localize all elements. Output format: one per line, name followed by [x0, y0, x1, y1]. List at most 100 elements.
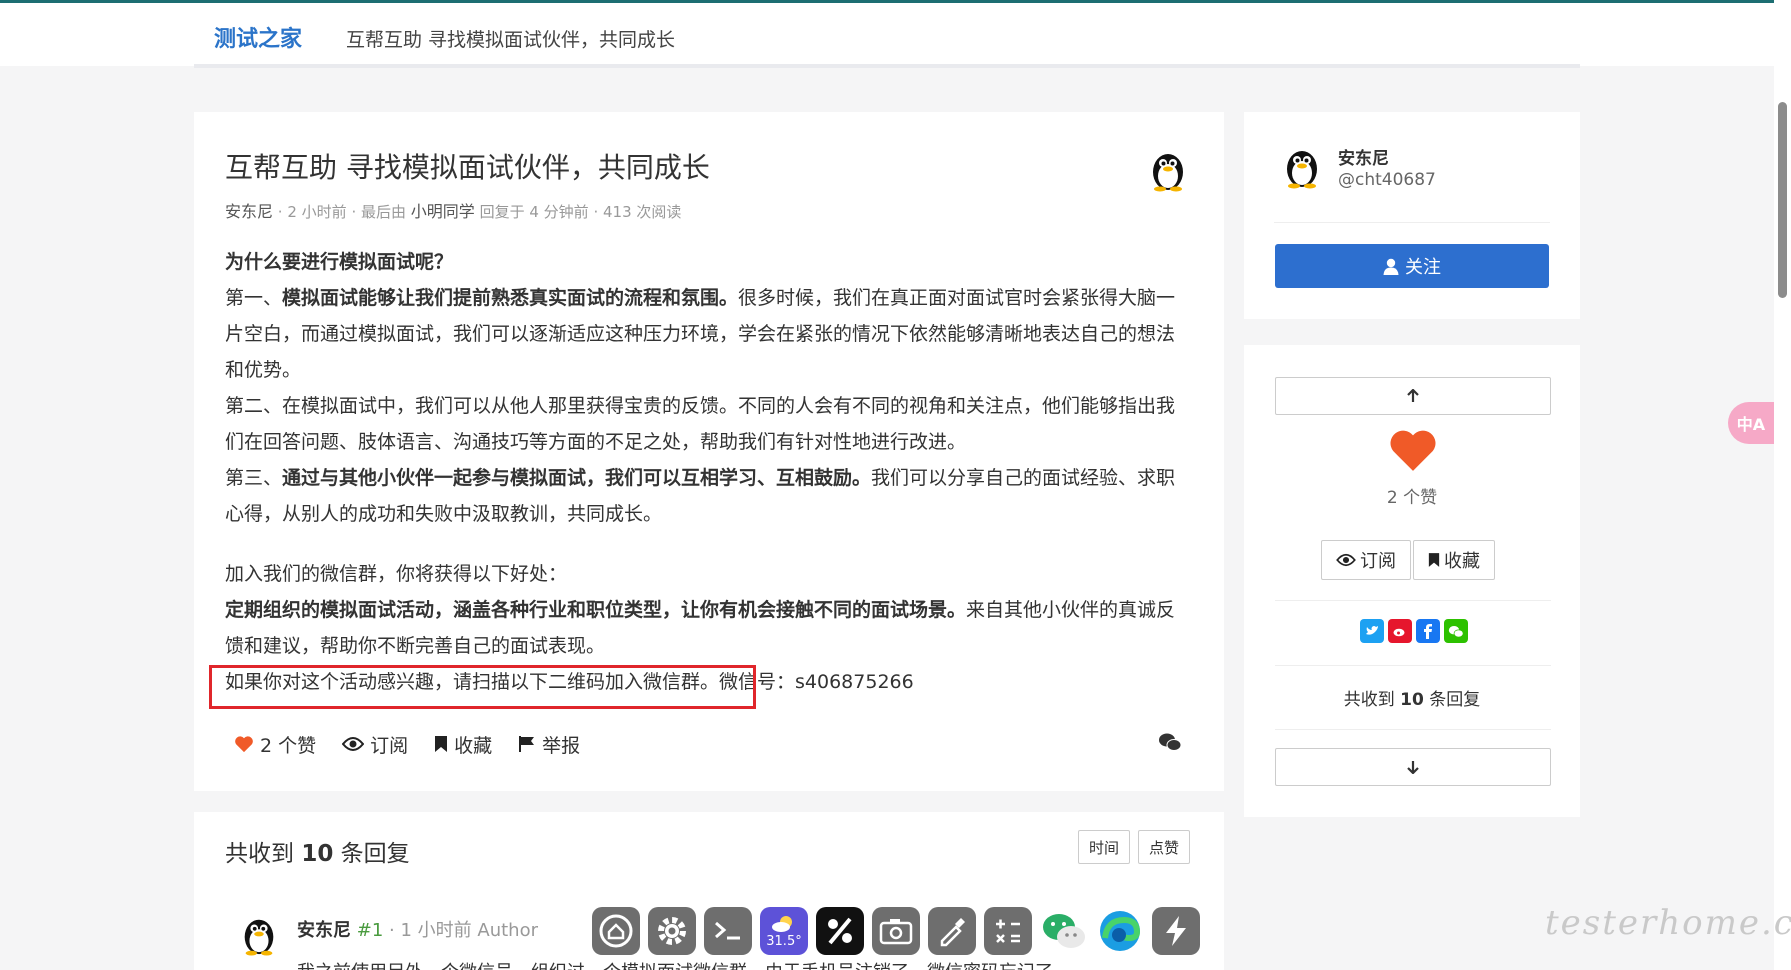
read-count: 413 次阅读	[603, 203, 682, 221]
page-scrollbar[interactable]	[1774, 0, 1791, 970]
last-reply-prefix: 最后由	[360, 203, 406, 221]
penguin-avatar-icon	[1287, 151, 1317, 189]
topic-body: 为什么要进行模拟面试呢？ 第一、模拟面试能够让我们提前熟悉真实面试的流程和氛围。…	[225, 244, 1185, 700]
eyedropper-icon	[940, 918, 965, 947]
dock-percent-app[interactable]	[816, 907, 864, 955]
sidebar-favorite-button[interactable]: 收藏	[1413, 540, 1495, 580]
facebook-share-icon[interactable]	[1416, 619, 1440, 643]
wechat-icon	[1159, 733, 1182, 751]
site-watermark: testerhome.com	[1545, 903, 1791, 943]
reply-floor-link[interactable]: #1	[357, 920, 384, 941]
body-join: 加入我们的微信群，你将获得以下好处：	[225, 563, 568, 585]
eye-icon	[342, 737, 365, 751]
dock-screenshot-app[interactable]	[872, 907, 920, 955]
navbar-shadow	[194, 64, 1580, 68]
scrollbar-thumb[interactable]	[1778, 102, 1787, 298]
favorite-button[interactable]: 收藏	[434, 731, 492, 758]
eye-icon	[1336, 553, 1356, 567]
calculator-icon	[996, 919, 1020, 943]
camera-icon	[879, 919, 913, 945]
arrow-up-icon	[1407, 389, 1419, 402]
wechat-share-button[interactable]	[1158, 732, 1182, 756]
reply-header: 安东尼 #1 · 1 小时前 Author	[297, 916, 538, 942]
weibo-share-icon[interactable]	[1388, 619, 1412, 643]
user-icon	[1383, 258, 1399, 275]
reply-sort-group: 时间 点赞	[1078, 830, 1191, 864]
sidebar-reply-count: 共收到 10 条回复	[1343, 690, 1481, 710]
body-question: 为什么要进行模拟面试呢？	[225, 251, 454, 273]
wechat-share-icon[interactable]	[1444, 619, 1468, 643]
author-profile-card: 安东尼 @cht40687 关注	[1244, 112, 1580, 319]
actions-divider	[1275, 729, 1551, 730]
dock-terminal-app[interactable]	[704, 907, 752, 955]
replies-heading: 共收到 10 条回复	[225, 841, 410, 867]
topic-author-link[interactable]: 安东尼	[225, 202, 273, 221]
body-paragraph-3: 第三、通过与其他小伙伴一起参与模拟面试，我们可以互相学习、互相鼓励。我们可以分享…	[225, 467, 1176, 525]
sort-by-likes-button[interactable]: 点赞	[1138, 830, 1191, 864]
author-avatar[interactable]	[1146, 148, 1190, 192]
dock-home-app[interactable]	[592, 907, 640, 955]
dock-edge-browser-app[interactable]	[1096, 907, 1144, 955]
profile-avatar[interactable]	[1280, 145, 1324, 189]
profile-handle: @cht40687	[1338, 170, 1436, 190]
report-button[interactable]: 举报	[518, 731, 580, 758]
reply-author-link[interactable]: 安东尼	[297, 920, 351, 941]
navbar-topic-title: 互帮互助 寻找模拟面试伙伴，共同成长	[346, 29, 676, 51]
profile-divider	[1274, 222, 1550, 223]
percent-icon	[828, 917, 852, 945]
sort-by-time-button[interactable]: 时间	[1078, 830, 1131, 864]
dock-wechat-app[interactable]	[1040, 907, 1088, 955]
flag-icon	[519, 736, 535, 752]
topic-sidebar-actions: 2 个赞 订阅 收藏 共收到 10 条回复	[1244, 345, 1580, 817]
twitter-share-icon[interactable]	[1360, 619, 1384, 643]
heart-icon	[1390, 430, 1436, 471]
highlight-annotation-box	[209, 665, 756, 709]
heart-icon	[235, 736, 253, 753]
actions-divider	[1275, 600, 1551, 601]
terminal-icon	[715, 921, 740, 940]
follow-button[interactable]: 关注	[1275, 244, 1549, 288]
dock-weather-widget[interactable]: 31.5°	[760, 907, 808, 955]
edge-browser-icon	[1100, 911, 1141, 951]
gear-icon	[658, 917, 686, 945]
floating-dock: 31.5°	[580, 902, 1212, 960]
bookmark-icon	[1428, 553, 1440, 567]
sidebar-subscribe-button[interactable]: 订阅	[1321, 540, 1411, 580]
weather-cloud-icon	[772, 915, 792, 932]
top-navbar: 测试之家 互帮互助 寻找模拟面试伙伴，共同成长	[0, 0, 1791, 66]
like-heart-button[interactable]	[1388, 427, 1438, 477]
dock-settings-app[interactable]	[648, 907, 696, 955]
lightning-icon	[1166, 916, 1186, 946]
wechat-icon	[1043, 914, 1085, 948]
reply-author-badge: Author	[477, 920, 538, 941]
reply-time: · 1 小时前	[389, 920, 472, 941]
topic-card: 互帮互助 寻找模拟面试伙伴，共同成长 安东尼 · 2 小时前 · 最后由 小明同…	[194, 112, 1224, 791]
last-reply-time: 回复于 4 分钟前	[479, 203, 589, 221]
share-buttons	[1360, 619, 1468, 643]
site-brand[interactable]: 测试之家	[214, 21, 302, 53]
topic-time: 2 小时前	[287, 203, 347, 221]
dock-color-picker-app[interactable]	[928, 907, 976, 955]
profile-name[interactable]: 安东尼	[1338, 144, 1389, 169]
scroll-bottom-button[interactable]	[1275, 748, 1551, 786]
translate-float-button[interactable]: 中A	[1728, 402, 1774, 444]
sidebar-like-count: 2 个赞	[1386, 488, 1438, 508]
topic-actions: 2 个赞 订阅 收藏 举报	[234, 728, 580, 760]
body-paragraph-2: 第二、在模拟面试中，我们可以从他人那里获得宝贵的反馈。不同的人会有不同的视角和关…	[225, 395, 1176, 453]
dock-calculator-app[interactable]	[984, 907, 1032, 955]
last-reply-user-link[interactable]: 小明同学	[411, 202, 475, 221]
body-benefits: 定期组织的模拟面试活动，涵盖各种行业和职位类型，让你有机会接触不同的面试场景。来…	[225, 599, 1176, 657]
body-paragraph-1: 第一、模拟面试能够让我们提前熟悉真实面试的流程和氛围。很多时候，我们在真正面对面…	[225, 287, 1176, 381]
scroll-top-button[interactable]	[1275, 377, 1551, 415]
like-button[interactable]: 2 个赞	[234, 731, 316, 758]
reply-avatar[interactable]	[238, 914, 280, 956]
weather-temperature: 31.5°	[766, 933, 802, 949]
bookmark-icon	[435, 736, 448, 752]
subscribe-favorite-group: 订阅 收藏	[1321, 540, 1495, 580]
penguin-avatar-icon	[244, 919, 274, 956]
penguin-avatar-icon	[1153, 154, 1183, 192]
arrow-down-icon	[1407, 761, 1419, 774]
dock-power-app[interactable]	[1152, 907, 1200, 955]
subscribe-button[interactable]: 订阅	[342, 731, 408, 758]
topic-title: 互帮互助 寻找模拟面试伙伴，共同成长	[225, 151, 710, 184]
